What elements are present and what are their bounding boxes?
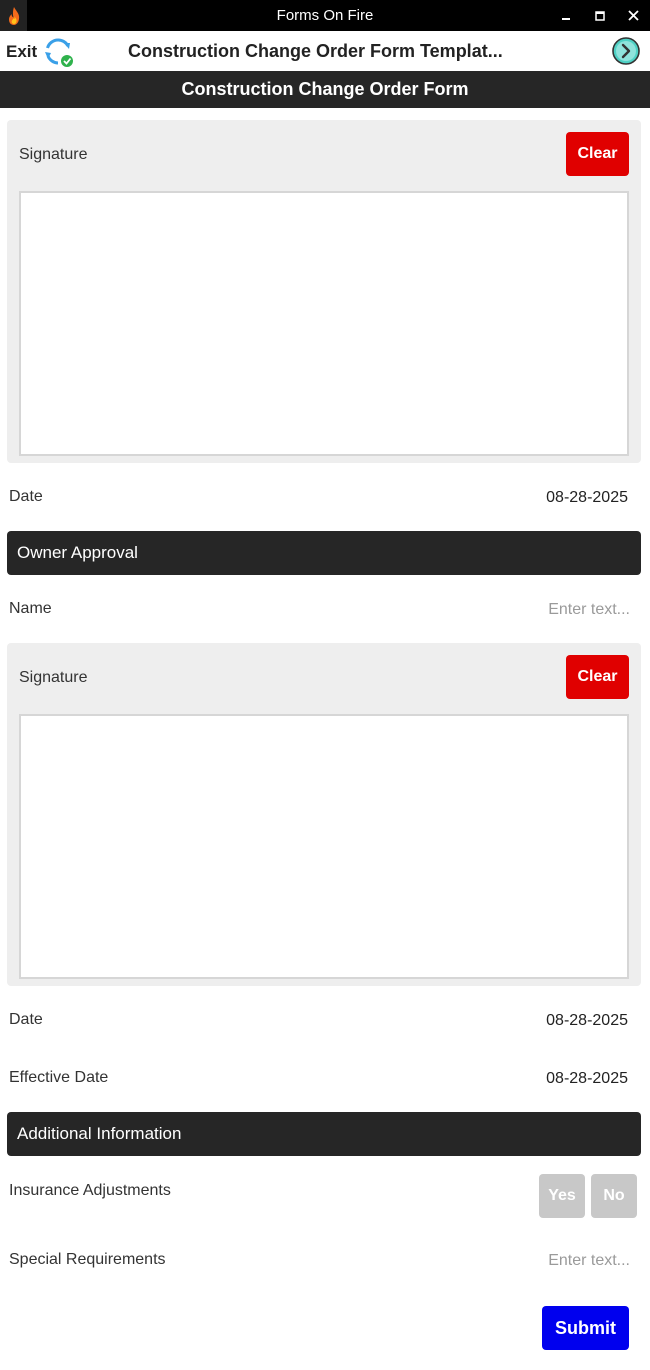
chevron-right-circle-icon[interactable] <box>611 36 641 66</box>
signature-panel: Signature Clear <box>7 120 641 463</box>
signature-pad[interactable] <box>19 191 629 456</box>
no-button[interactable]: No <box>591 1174 637 1218</box>
date-row: Date 08-28-2025 <box>9 483 630 513</box>
signature-pad[interactable] <box>19 714 629 979</box>
effective-date-label: Effective Date <box>9 1069 109 1086</box>
form-title-band: Construction Change Order Form <box>0 71 650 108</box>
date-label: Date <box>9 488 43 505</box>
insurance-adjustments-label: Insurance Adjustments <box>9 1182 171 1199</box>
section-additional-information: Additional Information <box>7 1112 641 1156</box>
maximize-button[interactable] <box>583 0 617 31</box>
special-requirements-label: Special Requirements <box>9 1251 166 1268</box>
name-label: Name <box>9 600 52 617</box>
clear-signature-button[interactable]: Clear <box>566 655 629 699</box>
special-requirements-input[interactable] <box>390 1249 630 1273</box>
signature-label: Signature <box>19 146 88 163</box>
sync-icon[interactable] <box>42 36 74 68</box>
clear-signature-button[interactable]: Clear <box>566 132 629 176</box>
signature-panel: Signature Clear <box>7 643 641 986</box>
date-value[interactable]: 08-28-2025 <box>546 1012 628 1030</box>
date-value[interactable]: 08-28-2025 <box>546 489 628 507</box>
close-button[interactable] <box>616 0 650 31</box>
submit-button[interactable]: Submit <box>542 1306 629 1350</box>
name-input[interactable] <box>390 598 630 622</box>
yes-button[interactable]: Yes <box>539 1174 585 1218</box>
minimize-button[interactable] <box>549 0 583 31</box>
maximize-icon <box>595 10 605 21</box>
exit-button[interactable]: Exit <box>6 42 37 62</box>
form-template-title: Construction Change Order Form Templat..… <box>128 41 503 61</box>
section-owner-approval: Owner Approval <box>7 531 641 575</box>
close-icon <box>627 10 639 21</box>
name-row: Name <box>9 595 630 625</box>
window-titlebar: Forms On Fire <box>0 0 650 31</box>
insurance-adjustments-row: Insurance Adjustments Yes No <box>9 1174 637 1218</box>
signature-label: Signature <box>19 669 88 686</box>
flame-icon <box>0 0 27 31</box>
special-requirements-row: Special Requirements <box>9 1246 630 1276</box>
app-header: Exit Construction Change Order Form Temp… <box>0 31 650 71</box>
effective-date-value[interactable]: 08-28-2025 <box>546 1070 628 1088</box>
date-row: Date 08-28-2025 <box>9 1006 630 1036</box>
minimize-icon <box>562 17 570 20</box>
date-label: Date <box>9 1011 43 1028</box>
effective-date-row: Effective Date 08-28-2025 <box>9 1064 630 1094</box>
